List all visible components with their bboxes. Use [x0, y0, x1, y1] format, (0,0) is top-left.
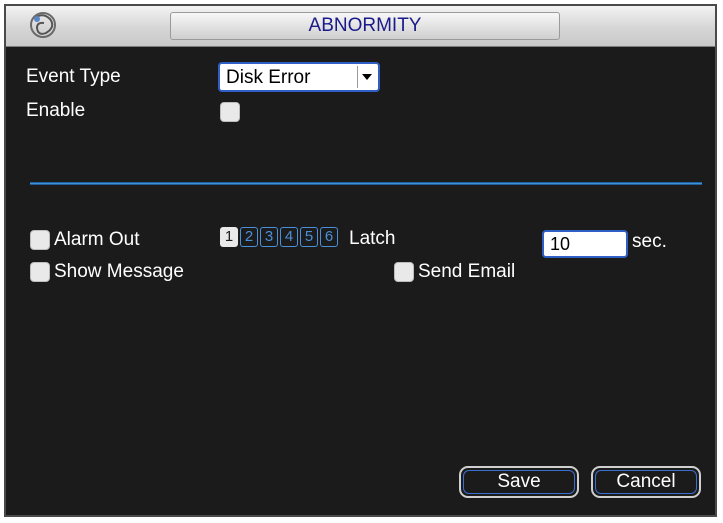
alarm-channel-2[interactable]: 2 — [240, 227, 258, 247]
cancel-button[interactable]: Cancel — [591, 466, 701, 498]
alarm-out-checkbox[interactable] — [30, 230, 50, 250]
section-divider — [30, 182, 702, 185]
chevron-down-icon[interactable] — [357, 66, 376, 88]
alarm-channel-6[interactable]: 6 — [320, 227, 338, 247]
send-email-label: Send Email — [418, 261, 516, 282]
send-email-checkbox[interactable] — [394, 262, 414, 282]
latch-unit-label: sec. — [632, 231, 667, 252]
title-bar: ABNORMITY — [6, 6, 715, 47]
show-message-label: Show Message — [54, 261, 184, 282]
latch-input[interactable]: 10 — [542, 230, 628, 258]
latch-label: Latch — [349, 228, 396, 249]
enable-checkbox[interactable] — [220, 102, 240, 122]
event-type-value: Disk Error — [226, 67, 311, 88]
alarm-channel-4[interactable]: 4 — [280, 227, 298, 247]
enable-label: Enable — [26, 100, 86, 121]
spiral-logo-icon — [26, 10, 60, 40]
save-button[interactable]: Save — [459, 466, 579, 498]
show-message-checkbox[interactable] — [30, 262, 50, 282]
latch-value: 10 — [550, 234, 571, 254]
event-type-select[interactable]: Disk Error — [218, 62, 380, 92]
alarm-channel-1[interactable]: 1 — [220, 227, 238, 247]
alarm-channel-5[interactable]: 5 — [300, 227, 318, 247]
abnormity-dialog: ABNORMITY Event Type Disk Error Enable A… — [4, 4, 717, 517]
event-type-label: Event Type — [26, 66, 121, 87]
alarm-channel-3[interactable]: 3 — [260, 227, 278, 247]
alarm-out-label: Alarm Out — [54, 229, 140, 250]
window-title: ABNORMITY — [170, 12, 560, 40]
